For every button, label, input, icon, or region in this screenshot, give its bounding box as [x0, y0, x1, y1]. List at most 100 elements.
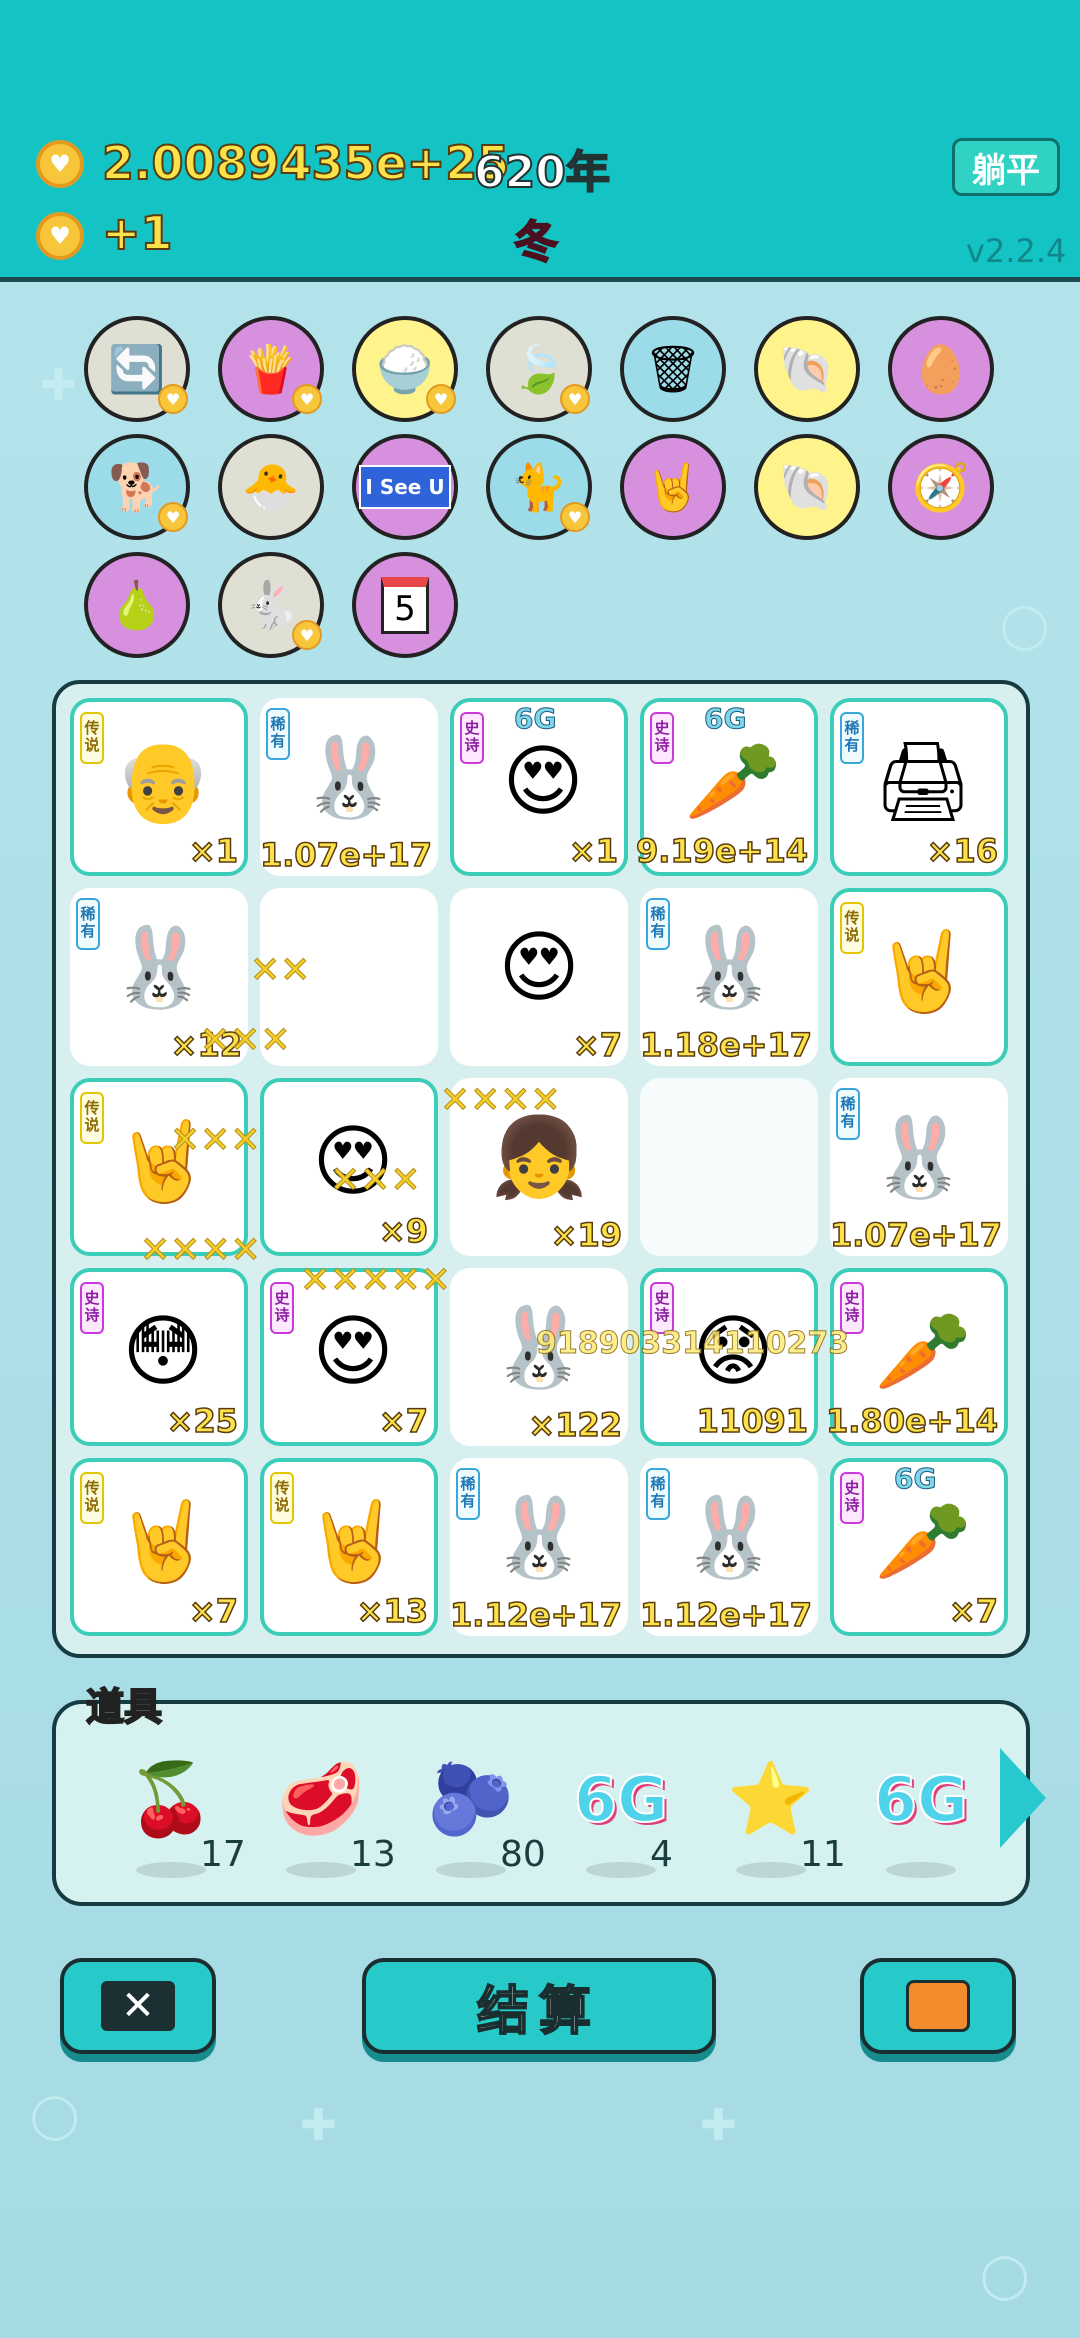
egg-icon-glyph: 🥚	[912, 341, 970, 396]
tool-item[interactable]: 6G 4	[556, 1744, 706, 1894]
board-cell[interactable]: 史诗 6G 🥕 9.19e+14	[635, 698, 818, 876]
tool-item[interactable]: 6G	[856, 1744, 1006, 1894]
tool-item[interactable]: 🫐 80	[406, 1744, 556, 1894]
refresh-icon[interactable]: 🔄 ♥	[84, 316, 190, 422]
tool-count: 80	[500, 1834, 546, 1875]
rabbit-icon: 🐰	[680, 1492, 778, 1583]
tool-shadow	[436, 1862, 506, 1878]
cell-count: ×7	[948, 1591, 999, 1631]
settle-button[interactable]: 结算	[362, 1958, 716, 2054]
calendar-icon[interactable]: 5	[352, 552, 458, 658]
rice-bowl-icon[interactable]: 🍚 ♥	[352, 316, 458, 422]
exit-button[interactable]: ✕	[60, 1958, 216, 2054]
coin-total: 2.0089435e+25	[101, 135, 510, 191]
tool-item[interactable]: 🍒 17	[106, 1744, 256, 1894]
briefcase-icon	[906, 1980, 970, 2032]
tool-shadow	[136, 1862, 206, 1878]
cat-icon[interactable]: 🐈 ♥	[486, 434, 592, 540]
board-cell[interactable]: 😍 ×7	[450, 888, 628, 1066]
cell-count: ×19	[550, 1215, 623, 1255]
tool-count: 17	[200, 1834, 246, 1875]
cell-count: ×13	[356, 1591, 429, 1631]
blush-girl-icon: 😳	[122, 1307, 204, 1397]
board-cell[interactable]: 传说 👴 ×1	[70, 698, 248, 876]
season-label: 冬	[513, 216, 559, 269]
cell-count: ×7	[378, 1401, 429, 1441]
sparkle-icon: ✕✕✕	[170, 1120, 261, 1162]
fries-icon[interactable]: 🍟 ♥	[218, 316, 324, 422]
tool-count: 11	[800, 1834, 846, 1875]
cell-count: ×9	[378, 1211, 429, 1251]
board-cell[interactable]: 稀有 🐰 1.18e+17	[639, 888, 818, 1066]
tool-shadow	[286, 1862, 356, 1878]
shell-icon[interactable]: 🐚	[754, 434, 860, 540]
cell-count: 1.12e+17	[449, 1595, 623, 1635]
board-cell[interactable]: 稀有 🐰 1.12e+17	[449, 1458, 628, 1636]
dog-icon[interactable]: 🐕 ♥	[84, 434, 190, 540]
chick-icon[interactable]: 🐣	[218, 434, 324, 540]
old-man-glasses-icon: 👴	[114, 736, 212, 827]
rock-hand-icon[interactable]: 🤘	[620, 434, 726, 540]
cell-count: 1.18e+17	[639, 1025, 813, 1065]
egg-icon[interactable]: 🥚	[888, 316, 994, 422]
empty-slot	[640, 1098, 818, 1218]
chick-icon-glyph: 🐣	[242, 459, 300, 514]
cell-count: 11091	[696, 1401, 809, 1441]
tool-count: 13	[350, 1834, 396, 1875]
tool-shadow	[586, 1862, 656, 1878]
shell-icon[interactable]: 🐚	[754, 316, 860, 422]
carrot-icon: 🥕	[874, 1496, 972, 1587]
rabbit-icon[interactable]: 🐇 ♥	[218, 552, 324, 658]
rabbit-icon: 🐰	[870, 1112, 968, 1203]
cell-count: ×122	[528, 1405, 623, 1445]
background-ring-icon: ◯	[980, 2250, 1030, 2301]
printer-icon: 🖨	[873, 736, 973, 827]
rabbit-icon: 🐰	[300, 732, 398, 823]
board-cell[interactable]: 史诗 🥕 1.80e+14	[825, 1268, 1008, 1446]
compass-icon-glyph: 🧭	[912, 459, 970, 514]
year-counter: 620年	[473, 146, 611, 199]
board-cell[interactable]: 传说 🤘	[830, 888, 1008, 1066]
board-cell[interactable]: 传说 🤘 ×7	[70, 1458, 248, 1636]
coin-rate: +1	[101, 205, 174, 261]
tools-panel: 🍒 17 🥩 13 🫐 80 6G 4 ⭐ 11 6G	[52, 1700, 1030, 1906]
i-see-u-sign-icon-glyph: I See U	[359, 465, 451, 509]
board-cell[interactable]	[640, 1078, 818, 1256]
trash-bag-icon[interactable]: 🗑	[620, 316, 726, 422]
fries-icon-glyph: 🍟	[242, 341, 300, 396]
cat-icon-glyph: 🐈	[510, 459, 568, 514]
cell-count: 1.80e+14	[825, 1401, 999, 1441]
board-cell[interactable]: 传说 🤘 ×13	[260, 1458, 438, 1636]
board-cell[interactable]: 史诗 6G 🥕 ×7	[830, 1458, 1008, 1636]
sparkle-icon: ✕✕✕✕✕	[300, 1260, 452, 1302]
heart-eyes-girl-icon: 😍	[312, 1307, 394, 1397]
grapefruit-icon[interactable]: 🍐	[84, 552, 190, 658]
board-cell[interactable]: 稀有 🐰 1.07e+17	[259, 698, 438, 876]
board-cell[interactable]: 稀有 🐰 1.12e+17	[639, 1458, 818, 1636]
merge-board: 传说 👴 ×1 稀有 🐰 1.07e+17 史诗 6G 😍 ×1 史诗 6G 🥕 9.19e+14 稀有 🖨 ×…	[52, 680, 1030, 1658]
settle-label: 结算	[476, 1981, 601, 2043]
floating-number: 918903314110273	[535, 1326, 850, 1362]
compass-icon[interactable]: 🧭	[888, 434, 994, 540]
background-ring-icon: ◯	[30, 2090, 80, 2141]
cell-count: ×1	[188, 831, 239, 871]
board-cell[interactable]: 史诗 6G 😍 ×1	[450, 698, 628, 876]
board-cell[interactable]: 稀有 🖨 ×16	[830, 698, 1008, 876]
heart-badge-icon: ♥	[560, 384, 590, 414]
grapefruit-icon-glyph: 🍐	[108, 577, 166, 632]
board-cell[interactable]: 稀有 🐰 1.07e+17	[829, 1078, 1008, 1256]
shell-icon-glyph: 🐚	[778, 459, 836, 514]
rabbit-icon: 🐰	[110, 922, 208, 1013]
bag-button[interactable]	[860, 1958, 1016, 2054]
board-cell[interactable]: 史诗 😳 ×25	[70, 1268, 248, 1446]
tool-item[interactable]: 🥩 13	[256, 1744, 406, 1894]
sparkle-icon: ✕✕✕✕	[140, 1230, 262, 1272]
tool-item[interactable]: ⭐ 11	[706, 1744, 856, 1894]
heart-badge-icon: ♥	[158, 384, 188, 414]
next-arrow-icon[interactable]	[1000, 1748, 1046, 1848]
tool-shadow	[736, 1862, 806, 1878]
leaf-icon[interactable]: 🍃 ♥	[486, 316, 592, 422]
i-see-u-sign-icon[interactable]: I See U	[352, 434, 458, 540]
refresh-icon-glyph: 🔄	[108, 341, 166, 396]
lie-flat-button[interactable]: 躺平	[952, 138, 1060, 196]
